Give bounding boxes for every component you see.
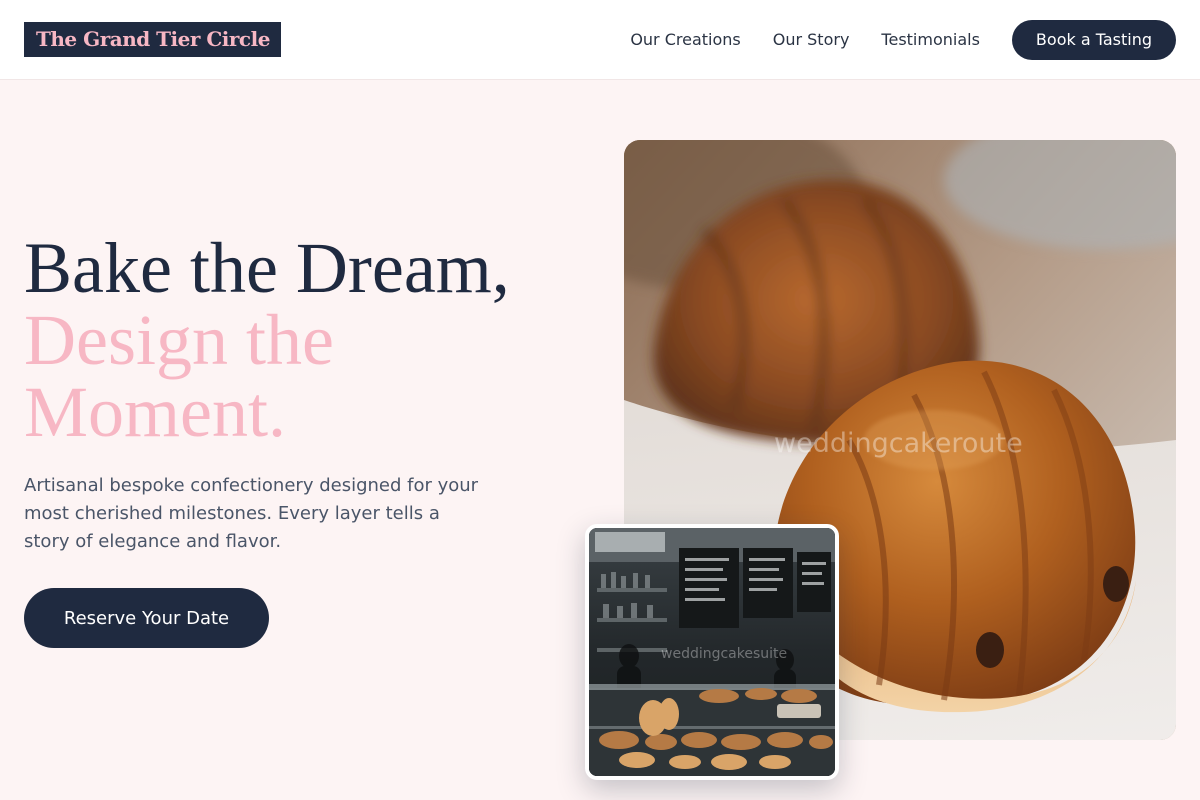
hero-image-watermark: weddingcakeroute [774,428,1023,459]
book-tasting-button[interactable]: Book a Tasting [1011,19,1176,60]
hero-title: Bake the Dream, Design the Moment. [24,232,510,448]
inset-image-bakery: weddingcakesuite [585,524,839,780]
inset-image-watermark: weddingcakesuite [661,646,788,662]
main-nav: Our Creations Our Story Testimonials Boo… [630,19,1176,60]
hero-title-line2: Design the [24,300,334,380]
brand-logo[interactable]: The Grand Tier Circle [24,22,281,57]
hero-subtitle: Artisanal bespoke confectionery designed… [24,475,479,552]
nav-link-our-creations[interactable]: Our Creations [630,30,740,49]
nav-link-our-story[interactable]: Our Story [773,30,850,49]
site-header: The Grand Tier Circle Our Creations Our … [0,0,1200,80]
hero-title-line1: Bake the Dream, [24,228,510,308]
hero-title-line3: Moment. [24,372,286,452]
reserve-date-button[interactable]: Reserve Your Date [24,588,269,648]
nav-link-testimonials[interactable]: Testimonials [881,30,980,49]
